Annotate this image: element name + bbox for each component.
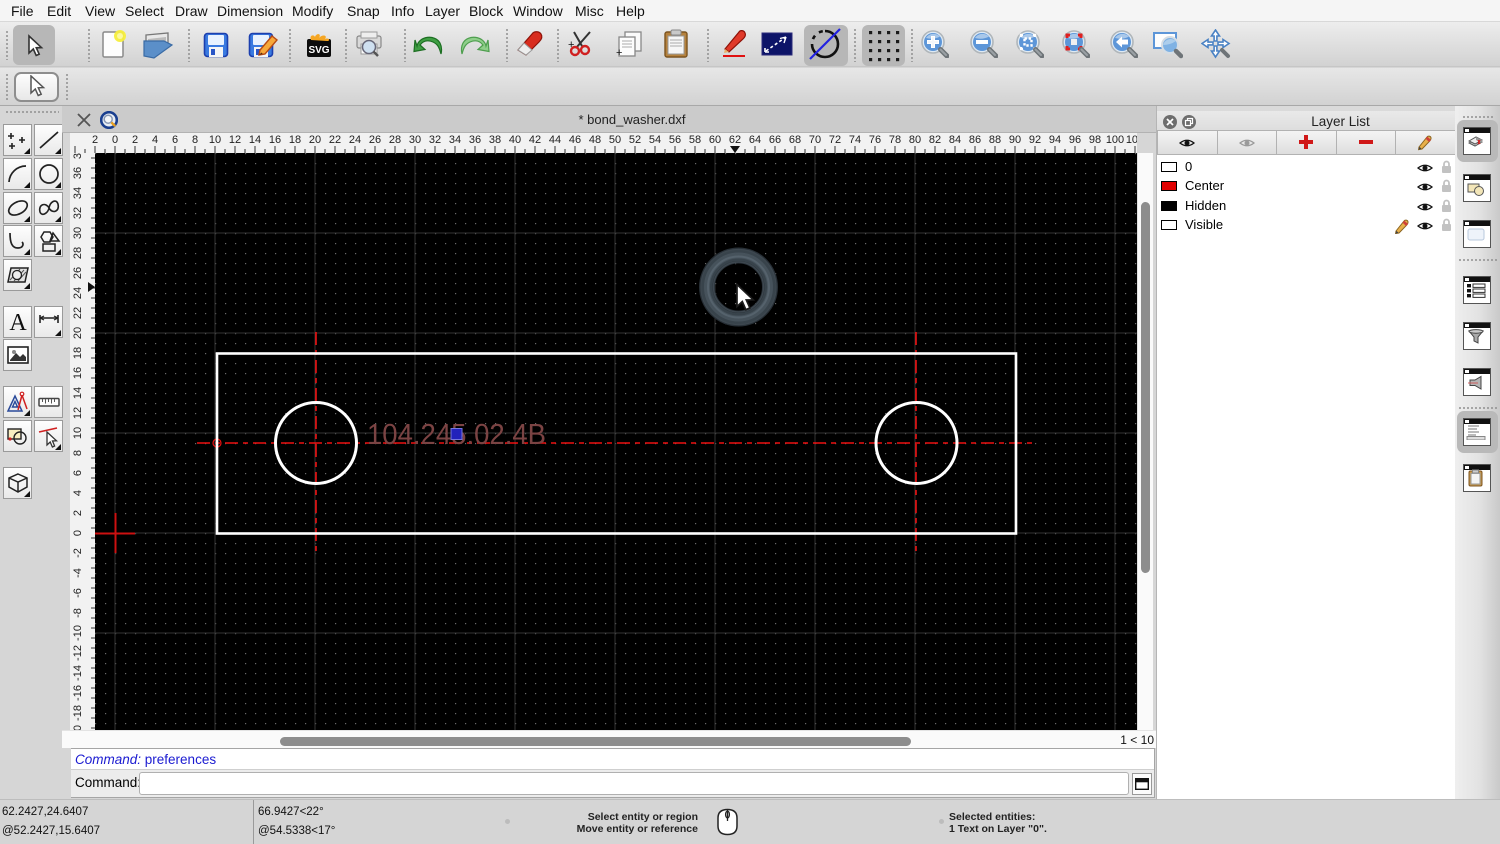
svg-text:22: 22 <box>329 134 341 146</box>
svg-text:50: 50 <box>609 134 621 146</box>
svg-text:40: 40 <box>509 134 521 146</box>
svg-text:12: 12 <box>229 134 241 146</box>
svg-text:8: 8 <box>72 450 84 456</box>
svg-text:42: 42 <box>529 134 541 146</box>
svg-text:-6: -6 <box>72 588 84 598</box>
svg-text:30: 30 <box>409 134 421 146</box>
svg-text:100: 100 <box>1106 134 1124 146</box>
svg-text:18: 18 <box>289 134 301 146</box>
svg-text:36: 36 <box>469 134 481 146</box>
svg-text:52: 52 <box>629 134 641 146</box>
svg-text:14: 14 <box>249 134 261 146</box>
svg-text:10: 10 <box>209 134 221 146</box>
svg-text:34: 34 <box>449 134 461 146</box>
svg-text:SVG: SVG <box>308 45 329 56</box>
svg-text:32: 32 <box>72 207 84 219</box>
svg-text:38: 38 <box>489 134 501 146</box>
svg-text:78: 78 <box>889 134 901 146</box>
svg-text:48: 48 <box>589 134 601 146</box>
svg-text:62: 62 <box>729 134 741 146</box>
svg-text:26: 26 <box>369 134 381 146</box>
svg-text:+: + <box>568 39 574 51</box>
svg-text:28: 28 <box>389 134 401 146</box>
svg-text:58: 58 <box>689 134 701 146</box>
svg-text:94: 94 <box>1049 134 1061 146</box>
svg-text:74: 74 <box>849 134 861 146</box>
svg-text:2: 2 <box>132 134 138 146</box>
svg-text:26: 26 <box>72 267 84 279</box>
svg-text:2: 2 <box>92 134 98 146</box>
svg-text:0: 0 <box>112 134 118 146</box>
svg-text:82: 82 <box>929 134 941 146</box>
svg-text:38: 38 <box>72 153 84 159</box>
svg-text:4: 4 <box>72 490 84 496</box>
svg-text:-2: -2 <box>72 548 84 558</box>
svg-text:24: 24 <box>72 287 84 299</box>
svg-text:86: 86 <box>969 134 981 146</box>
svg-text:90: 90 <box>1009 134 1021 146</box>
svg-text:+: + <box>616 47 622 58</box>
svg-text:84: 84 <box>949 134 961 146</box>
svg-text:28: 28 <box>72 247 84 259</box>
svg-text:6: 6 <box>72 470 84 476</box>
svg-text:44: 44 <box>549 134 561 146</box>
svg-text:98: 98 <box>1089 134 1101 146</box>
svg-text:96: 96 <box>1069 134 1081 146</box>
svg-text:66: 66 <box>769 134 781 146</box>
svg-text:18: 18 <box>72 347 84 359</box>
svg-text:-18: -18 <box>72 705 84 721</box>
svg-text:-10: -10 <box>72 625 84 641</box>
svg-text:88: 88 <box>989 134 1001 146</box>
svg-text:24: 24 <box>349 134 361 146</box>
svg-text:-4: -4 <box>72 568 84 578</box>
svg-text:-12: -12 <box>72 645 84 661</box>
svg-text:8: 8 <box>192 134 198 146</box>
svg-text:54: 54 <box>649 134 661 146</box>
svg-text:20: 20 <box>72 327 84 339</box>
svg-text:2: 2 <box>72 510 84 516</box>
svg-text:6: 6 <box>172 134 178 146</box>
svg-text:34: 34 <box>72 187 84 199</box>
svg-text:0: 0 <box>72 530 84 536</box>
svg-text:30: 30 <box>72 227 84 239</box>
svg-text:46: 46 <box>569 134 581 146</box>
svg-text:64: 64 <box>749 134 761 146</box>
svg-text:4: 4 <box>152 134 158 146</box>
svg-text:56: 56 <box>669 134 681 146</box>
svg-text:60: 60 <box>709 134 721 146</box>
svg-text:-14: -14 <box>72 665 84 681</box>
svg-text:70: 70 <box>809 134 821 146</box>
svg-text:-16: -16 <box>72 685 84 701</box>
svg-text:76: 76 <box>869 134 881 146</box>
svg-text:14: 14 <box>72 387 84 399</box>
svg-text:92: 92 <box>1029 134 1041 146</box>
svg-text:80: 80 <box>909 134 921 146</box>
svg-text:12: 12 <box>72 407 84 419</box>
svg-text:16: 16 <box>269 134 281 146</box>
svg-text:-8: -8 <box>72 608 84 618</box>
svg-text:A: A <box>9 310 27 334</box>
svg-text:10: 10 <box>72 427 84 439</box>
svg-text:20: 20 <box>309 134 321 146</box>
svg-text:22: 22 <box>72 307 84 319</box>
svg-text:36: 36 <box>72 167 84 179</box>
svg-text:16: 16 <box>72 367 84 379</box>
svg-text:32: 32 <box>429 134 441 146</box>
svg-text:102: 102 <box>1126 134 1137 146</box>
svg-text:68: 68 <box>789 134 801 146</box>
svg-text:72: 72 <box>829 134 841 146</box>
